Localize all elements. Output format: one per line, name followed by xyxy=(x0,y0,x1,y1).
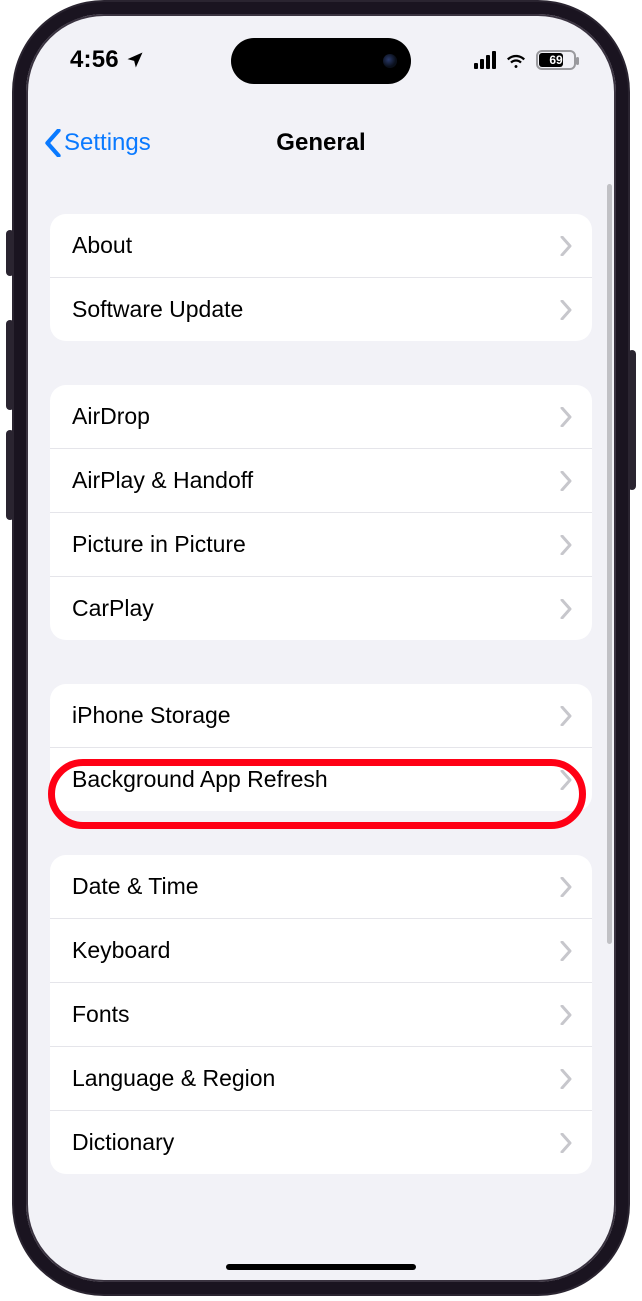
row-fonts[interactable]: Fonts xyxy=(50,983,592,1047)
chevron-right-icon xyxy=(560,236,572,256)
chevron-right-icon xyxy=(560,535,572,555)
chevron-right-icon xyxy=(560,300,572,320)
content: About Software Update AirDrop AirPlay & … xyxy=(26,184,616,1282)
chevron-right-icon xyxy=(560,770,572,790)
settings-group-1: About Software Update xyxy=(50,214,592,341)
nav-bar: Settings General xyxy=(26,114,616,172)
status-time: 4:56 xyxy=(70,46,119,74)
mute-switch[interactable] xyxy=(6,230,14,276)
volume-up-button[interactable] xyxy=(6,320,14,410)
row-label: Dictionary xyxy=(72,1129,560,1156)
row-language-region[interactable]: Language & Region xyxy=(50,1047,592,1111)
status-right: 69 xyxy=(474,48,576,72)
chevron-right-icon xyxy=(560,471,572,491)
row-label: AirPlay & Handoff xyxy=(72,467,560,494)
row-label: Background App Refresh xyxy=(72,766,560,793)
row-about[interactable]: About xyxy=(50,214,592,278)
row-label: Software Update xyxy=(72,296,560,323)
settings-group-3: iPhone Storage Background App Refresh xyxy=(50,684,592,811)
settings-group-4: Date & Time Keyboard Fonts Language & Re… xyxy=(50,855,592,1174)
row-iphone-storage[interactable]: iPhone Storage xyxy=(50,684,592,748)
chevron-right-icon xyxy=(560,877,572,897)
page: 4:56 69 xyxy=(0,0,642,1301)
row-label: Keyboard xyxy=(72,937,560,964)
row-airplay-handoff[interactable]: AirPlay & Handoff xyxy=(50,449,592,513)
row-label: iPhone Storage xyxy=(72,702,560,729)
row-label: AirDrop xyxy=(72,403,560,430)
row-background-app-refresh[interactable]: Background App Refresh xyxy=(50,748,592,811)
row-software-update[interactable]: Software Update xyxy=(50,278,592,341)
row-label: Language & Region xyxy=(72,1065,560,1092)
row-keyboard[interactable]: Keyboard xyxy=(50,919,592,983)
chevron-right-icon xyxy=(560,1069,572,1089)
row-label: CarPlay xyxy=(72,595,560,622)
volume-down-button[interactable] xyxy=(6,430,14,520)
row-picture-in-picture[interactable]: Picture in Picture xyxy=(50,513,592,577)
row-carplay[interactable]: CarPlay xyxy=(50,577,592,640)
battery-pct: 69 xyxy=(549,53,562,67)
row-label: About xyxy=(72,232,560,259)
row-label: Fonts xyxy=(72,1001,560,1028)
page-title: General xyxy=(276,129,365,157)
row-date-time[interactable]: Date & Time xyxy=(50,855,592,919)
chevron-right-icon xyxy=(560,1005,572,1025)
device-frame: 4:56 69 xyxy=(14,2,628,1294)
location-icon xyxy=(125,50,145,70)
chevron-right-icon xyxy=(560,1133,572,1153)
chevron-right-icon xyxy=(560,599,572,619)
row-airdrop[interactable]: AirDrop xyxy=(50,385,592,449)
row-label: Date & Time xyxy=(72,873,560,900)
back-button[interactable]: Settings xyxy=(44,114,151,172)
wifi-icon xyxy=(504,48,528,72)
side-button[interactable] xyxy=(628,350,636,490)
chevron-right-icon xyxy=(560,407,572,427)
chevron-left-icon xyxy=(44,129,62,157)
row-label: Picture in Picture xyxy=(72,531,560,558)
cellular-icon xyxy=(474,51,496,69)
battery-icon: 69 xyxy=(536,50,576,70)
settings-group-2: AirDrop AirPlay & Handoff Picture in Pic… xyxy=(50,385,592,640)
row-dictionary[interactable]: Dictionary xyxy=(50,1111,592,1174)
home-indicator[interactable] xyxy=(226,1264,416,1270)
status-bar: 4:56 69 xyxy=(26,14,616,106)
chevron-right-icon xyxy=(560,706,572,726)
back-label: Settings xyxy=(64,129,151,157)
status-left: 4:56 xyxy=(70,46,145,74)
chevron-right-icon xyxy=(560,941,572,961)
